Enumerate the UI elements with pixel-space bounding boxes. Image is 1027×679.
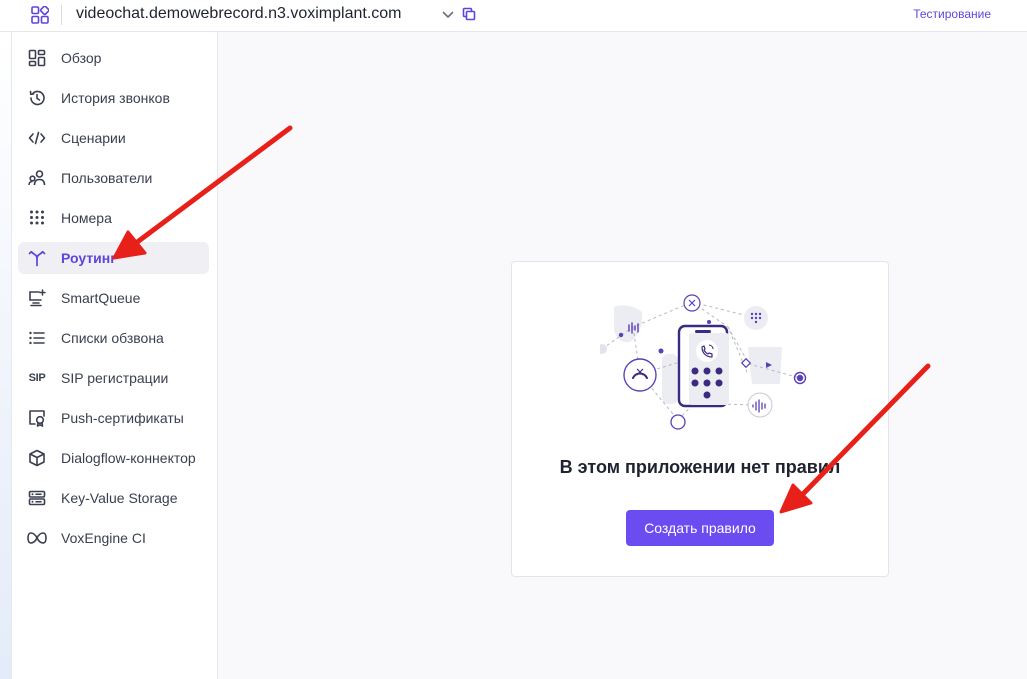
sidebar-item-label: Списки обзвона (61, 330, 164, 346)
sidebar-item-users[interactable]: Пользователи (18, 162, 209, 194)
top-bar: videochat.demowebrecord.n3.voximplant.co… (0, 0, 1027, 32)
sidebar-item-label: Роутинг (61, 250, 117, 266)
sidebar-item-smartqueue[interactable]: SmartQueue (18, 282, 209, 314)
sidebar-item-label: Push-сертификаты (61, 410, 184, 426)
top-divider (61, 5, 62, 25)
sip-icon: SIP (28, 372, 46, 384)
history-icon (27, 88, 47, 108)
certificate-icon (27, 408, 47, 428)
sidebar-item-overview[interactable]: Обзор (18, 42, 209, 74)
sidebar-item-label: История звонков (61, 90, 170, 106)
sidebar: Обзор История звонков Сценарии Пользоват… (12, 32, 218, 679)
sidebar-item-push-certificates[interactable]: Push-сертификаты (18, 402, 209, 434)
sidebar-item-sip-registrations[interactable]: SIP SIP регистрации (18, 362, 209, 394)
infinity-icon (27, 528, 47, 548)
code-icon (27, 128, 47, 148)
overview-icon (27, 48, 47, 68)
sidebar-item-call-history[interactable]: История звонков (18, 82, 209, 114)
sidebar-item-label: Dialogflow-коннектор (61, 450, 196, 466)
sidebar-item-label: SIP регистрации (61, 370, 169, 386)
empty-state-title: В этом приложении нет правил (559, 457, 841, 477)
phone-illustration (600, 294, 807, 430)
list-icon (27, 328, 47, 348)
sidebar-item-numbers[interactable]: Номера (18, 202, 209, 234)
sidebar-item-routing[interactable]: Роутинг (18, 242, 209, 274)
empty-state-card: В этом приложении нет правил Создать пра… (511, 261, 889, 577)
page-edge-strip (0, 32, 12, 679)
cube-icon (27, 448, 47, 468)
sidebar-item-scenarios[interactable]: Сценарии (18, 122, 209, 154)
app-title[interactable]: videochat.demowebrecord.n3.voximplant.co… (76, 5, 402, 23)
dialpad-icon (27, 208, 47, 228)
sidebar-item-label: Номера (61, 210, 112, 226)
users-icon (27, 168, 47, 188)
sidebar-item-label: Пользователи (61, 170, 153, 186)
sidebar-item-dialogflow[interactable]: Dialogflow-коннектор (18, 442, 209, 474)
testing-mode-link[interactable]: Тестирование (913, 7, 991, 21)
sidebar-item-label: SmartQueue (61, 290, 141, 306)
copy-icon[interactable] (462, 7, 476, 21)
sidebar-item-label: Сценарии (61, 130, 126, 146)
sidebar-item-label: Key-Value Storage (61, 490, 178, 506)
create-rule-button[interactable]: Создать правило (626, 510, 774, 546)
sidebar-item-label: VoxEngine CI (61, 530, 146, 546)
sidebar-item-label: Обзор (61, 50, 102, 66)
sidebar-item-call-lists[interactable]: Списки обзвона (18, 322, 209, 354)
sidebar-item-voxengine-ci[interactable]: VoxEngine CI (18, 522, 209, 554)
smartqueue-icon (27, 288, 47, 308)
sidebar-item-key-value-storage[interactable]: Key-Value Storage (18, 482, 209, 514)
storage-icon (27, 488, 47, 508)
app-grid-icon[interactable] (31, 6, 49, 24)
routing-icon (27, 248, 47, 268)
chevron-down-icon[interactable] (441, 8, 455, 22)
